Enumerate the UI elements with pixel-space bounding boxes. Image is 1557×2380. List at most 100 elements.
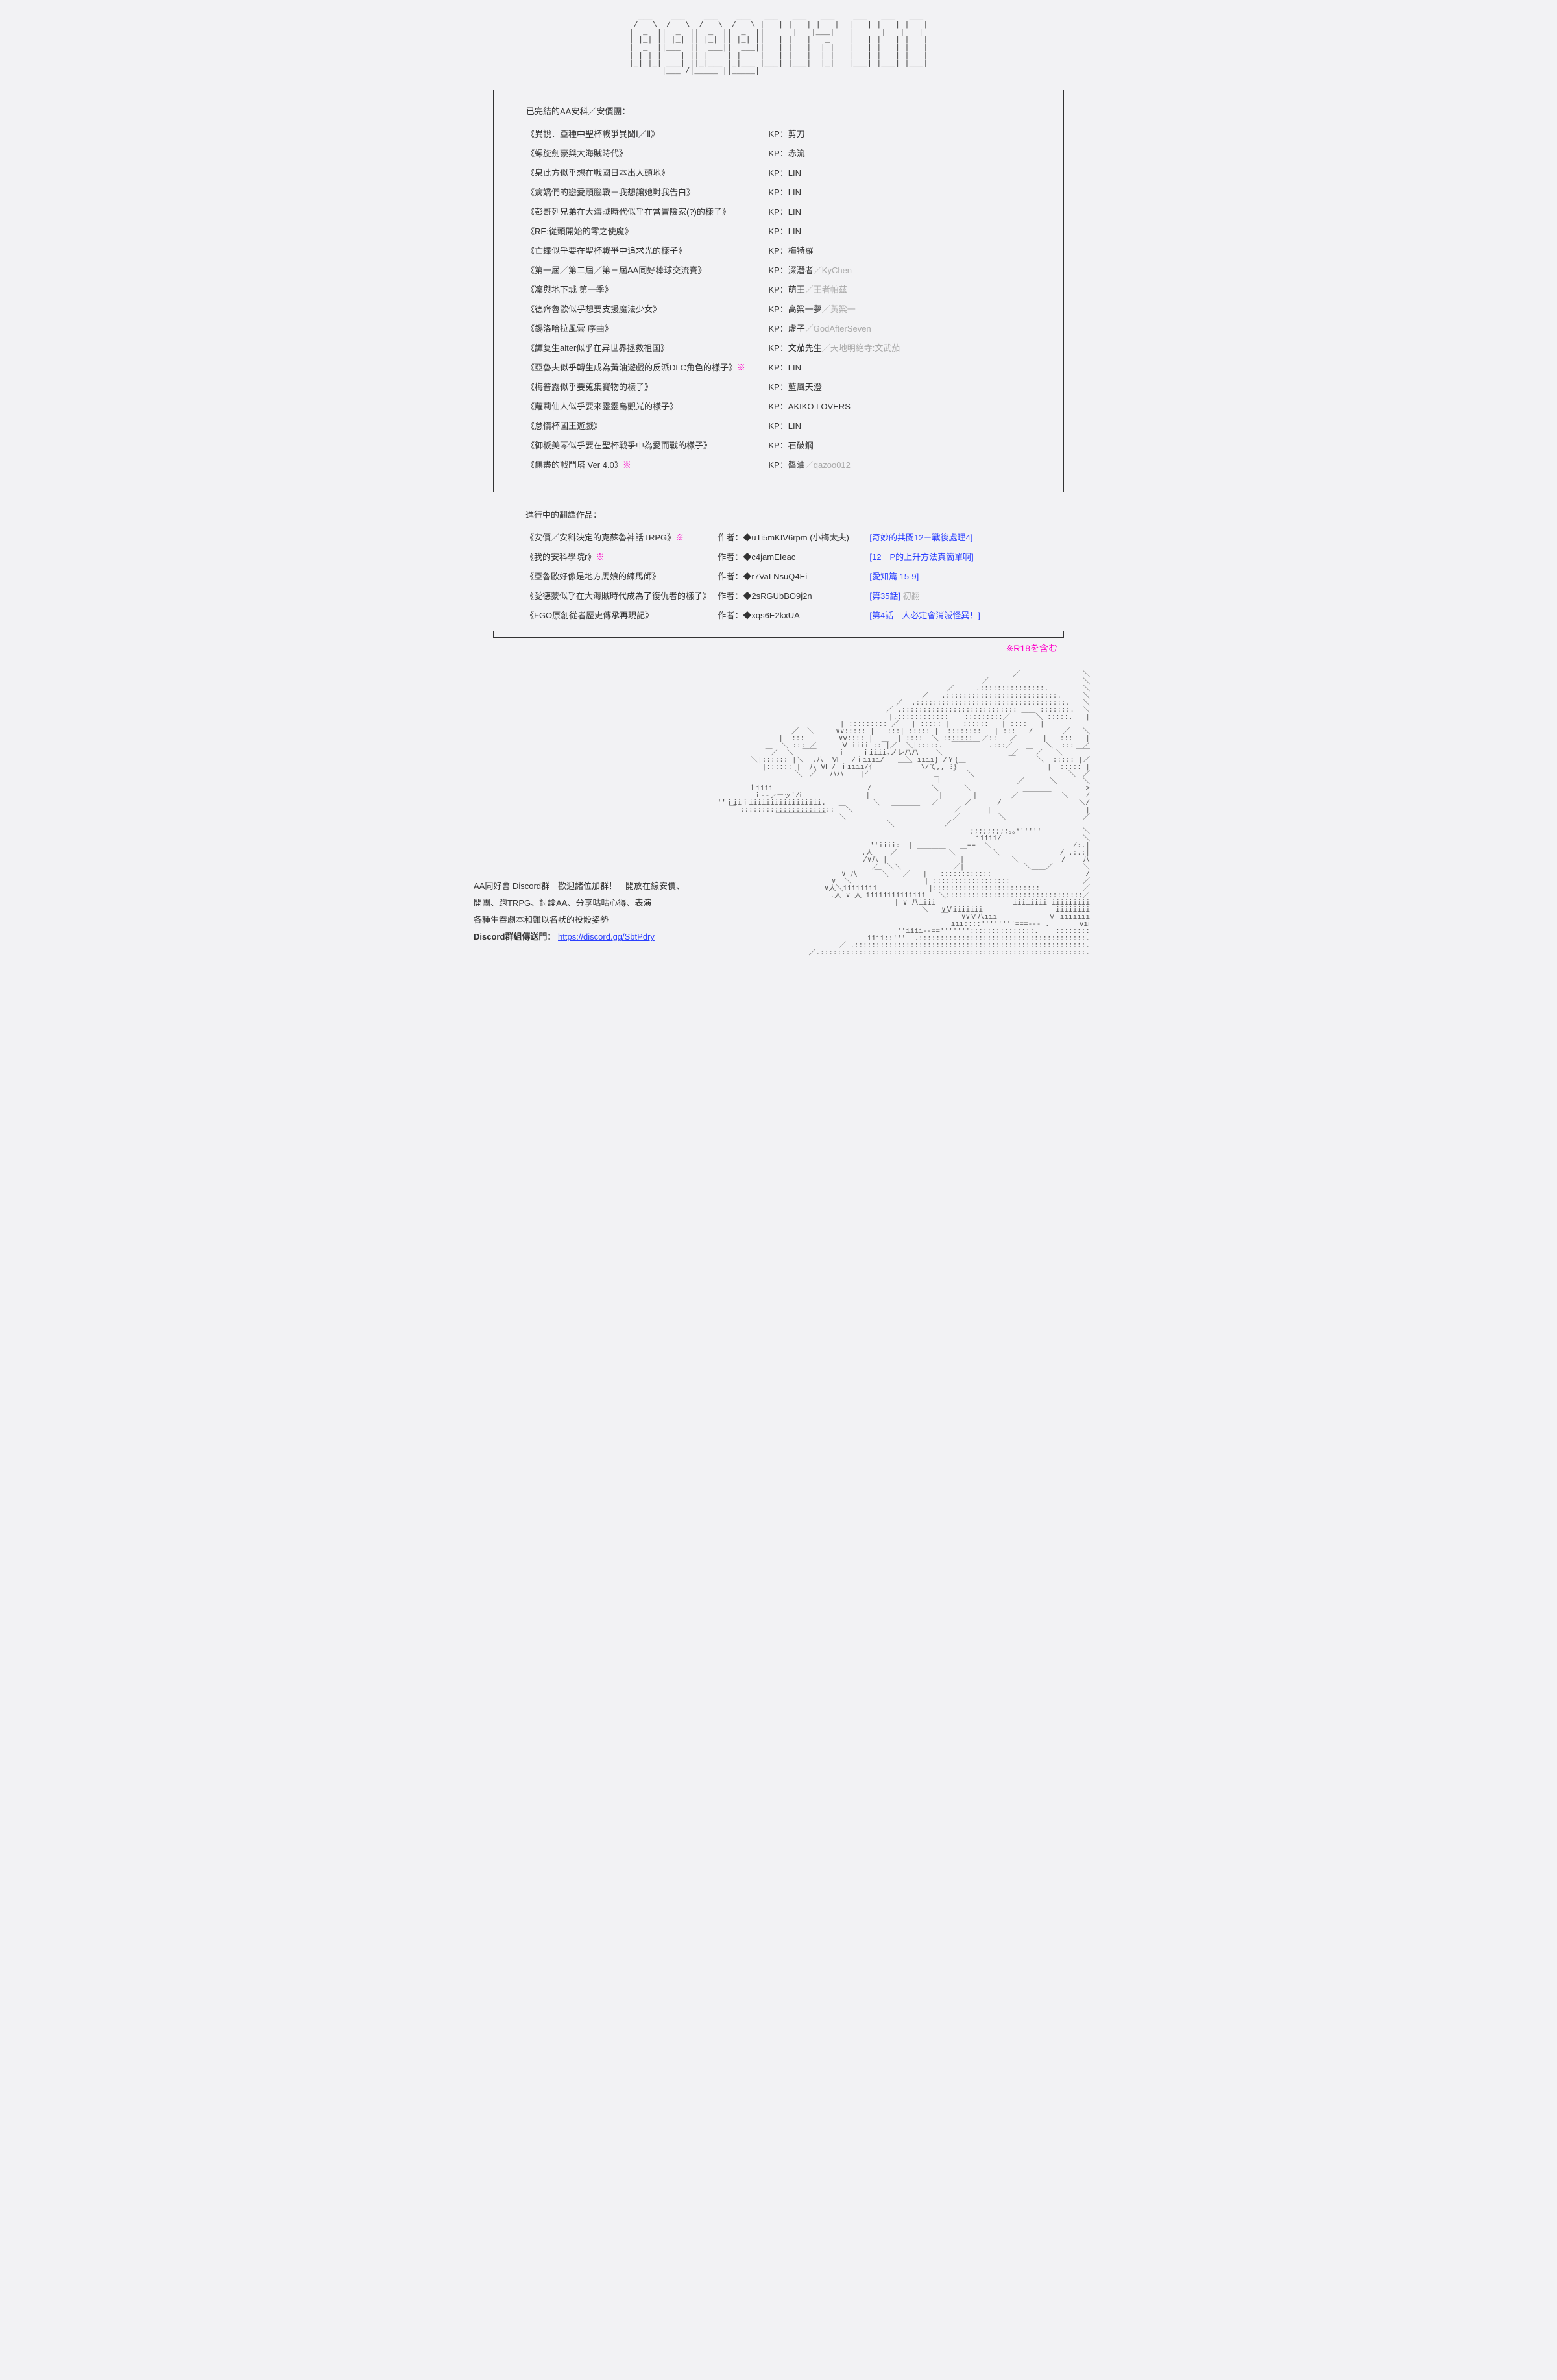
table-row: 《螺旋劍豪與大海賊時代》KP：赤流 <box>526 144 1031 164</box>
table-row: 《蘿莉仙人似乎要來靈靈島觀光的樣子》KP：AKIKO LOVERS <box>526 397 1031 417</box>
kp-alias: ／黃粱一 <box>822 304 856 314</box>
table-row: 《錫洛哈拉風雲 序曲》KP：虛子／GodAfterSeven <box>526 319 1031 339</box>
kp-alias: ／GodAfterSeven <box>805 324 871 334</box>
kp-cell: KP：LIN <box>768 164 1031 183</box>
table-row: 《RE:從頭開始的零之使魔》KP：LIN <box>526 222 1031 241</box>
completed-list-box: 已完結的AA安科／安價團： 《異說．亞種中聖杯戰爭異聞Ⅰ／Ⅱ》KP：剪刀《螺旋劍… <box>493 97 1064 485</box>
table-row: 《亞魯歐好像是地方馬娘的練馬師》作者：◆r7VaLNsuQ4Ei[愛知篇 15-… <box>525 567 1032 587</box>
kp-cell: KP：石破鋼 <box>768 436 1031 455</box>
kp-alias: ／王者帕茲 <box>805 285 847 295</box>
translations-heading: 進行中的翻譯作品： <box>525 508 1032 520</box>
work-title[interactable]: 《亡蝶似乎要在聖杯戰爭中追求光的樣子》 <box>526 241 768 261</box>
kp-cell: KP：深潛者／KyChen <box>768 261 1031 280</box>
table-row: 《彭哥列兄弟在大海賊時代似乎在當冒險家(?)的樣子》KP：LIN <box>526 202 1031 222</box>
work-title[interactable]: 《德齊魯歐似乎想要支援魔法少女》 <box>526 300 768 319</box>
table-row: 《怠惰杯國王遊戲》KP：LIN <box>526 417 1031 436</box>
translations-table: 《安價／安科決定的克蘇魯神話TRPG》※作者：◆uTi5mKIV6rpm (小梅… <box>525 528 1032 625</box>
work-title[interactable]: 《彭哥列兄弟在大海賊時代似乎在當冒險家(?)的樣子》 <box>526 202 768 222</box>
translations-box: 進行中的翻譯作品： 《安價／安科決定的克蘇魯神話TRPG》※作者：◆uTi5mK… <box>493 500 1064 631</box>
author-cell: 作者：◆2sRGUbBO9j2n <box>718 587 869 606</box>
work-title[interactable]: 《異說．亞種中聖杯戰爭異聞Ⅰ／Ⅱ》 <box>526 125 768 144</box>
work-title[interactable]: 《第一屆／第二屆／第三屆AA同好棒球交流賽》 <box>526 261 768 280</box>
work-title[interactable]: 《病嬌們的戀愛頭腦戰－我想讓她對我告白》 <box>526 183 768 202</box>
discord-label: Discord群組傳送門： <box>474 932 555 941</box>
kp-cell: KP：LIN <box>768 417 1031 436</box>
box2-bottom-border <box>493 631 1064 638</box>
author-cell: 作者：◆uTi5mKIV6rpm (小梅太夫) <box>718 528 869 548</box>
work-title[interactable]: 《梅普露似乎要蒐集寶物的樣子》 <box>526 378 768 397</box>
kp-cell: KP：梅特羅 <box>768 241 1031 261</box>
table-row: 《無盡的戰鬥塔 Ver 4.0》※KP：醬油／qazoo012 <box>526 455 1031 475</box>
work-title[interactable]: 《蘿莉仙人似乎要來靈靈島觀光的樣子》 <box>526 397 768 417</box>
work-title[interactable]: 《愛德蒙似乎在大海賊時代成為了復仇者的樣子》 <box>525 587 718 606</box>
work-title[interactable]: 《RE:從頭開始的零之使魔》 <box>526 222 768 241</box>
work-title[interactable]: 《我的安科學院r》※ <box>525 548 718 567</box>
discord-info: AA同好會 Discord群 歡迎諸位加群！ 開放在線安價、 開團、跑TRPG、… <box>474 878 694 945</box>
completed-heading: 已完結的AA安科／安價團： <box>526 104 1031 117</box>
work-title[interactable]: 《泉此方似乎想在戰國日本出人頭地》 <box>526 164 768 183</box>
ascii-logo: ___ ___ ___ ___ ___ ___ ___ ___ ___ ___ … <box>461 13 1096 77</box>
table-row: 《我的安科學院r》※作者：◆c4jamEIeac[12 P的上升方法真簡單啊] <box>525 548 1032 567</box>
author-cell: 作者：◆xqs6E2kxUA <box>718 606 869 625</box>
r18-mark: ※ <box>596 552 604 562</box>
author-cell: 作者：◆c4jamEIeac <box>718 548 869 567</box>
completed-table: 《異說．亞種中聖杯戰爭異聞Ⅰ／Ⅱ》KP：剪刀《螺旋劍豪與大海賊時代》KP：赤流《… <box>526 125 1031 475</box>
work-title[interactable]: 《螺旋劍豪與大海賊時代》 <box>526 144 768 164</box>
r18-mark: ※ <box>623 460 631 470</box>
chapter-link[interactable]: [第35話] 初翻 <box>869 587 1032 606</box>
chapter-link[interactable]: [第4話 人必定會消滅怪異！] <box>869 606 1032 625</box>
chapter-link[interactable]: [愛知篇 15-9] <box>869 567 1032 587</box>
table-row: 《病嬌們的戀愛頭腦戰－我想讓她對我告白》KP：LIN <box>526 183 1031 202</box>
chapter-link[interactable]: [奇妙的共闘12－戰後處理4] <box>869 528 1032 548</box>
kp-cell: KP：高粱一夢／黃粱一 <box>768 300 1031 319</box>
table-row: 《安價／安科決定的克蘇魯神話TRPG》※作者：◆uTi5mKIV6rpm (小梅… <box>525 528 1032 548</box>
kp-cell: KP：LIN <box>768 358 1031 378</box>
kp-alias: ／KyChen <box>814 265 852 275</box>
table-row: 《異說．亞種中聖杯戰爭異聞Ⅰ／Ⅱ》KP：剪刀 <box>526 125 1031 144</box>
kp-cell: KP：文茄先生／天地明絶寺:文武茄 <box>768 339 1031 358</box>
kp-alias: ／qazoo012 <box>805 460 851 470</box>
kp-cell: KP：剪刀 <box>768 125 1031 144</box>
table-row: 《FGO原創從者歷史傳承再現記》作者：◆xqs6E2kxUA[第4話 人必定會消… <box>525 606 1032 625</box>
discord-line2: 開團、跑TRPG、討論AA、分享咕咕心得、表演 <box>474 895 694 912</box>
kp-cell: KP：藍風天澄 <box>768 378 1031 397</box>
work-title[interactable]: 《安價／安科決定的克蘇魯神話TRPG》※ <box>525 528 718 548</box>
table-row: 《梅普露似乎要蒐集寶物的樣子》KP：藍風天澄 <box>526 378 1031 397</box>
work-title[interactable]: 《御板美琴似乎要在聖杯戰爭中為愛而戰的樣子》 <box>526 436 768 455</box>
discord-line1: AA同好會 Discord群 歡迎諸位加群！ 開放在線安價、 <box>474 878 694 895</box>
kp-cell: KP：虛子／GodAfterSeven <box>768 319 1031 339</box>
work-title[interactable]: 《亞魯歐好像是地方馬娘的練馬師》 <box>525 567 718 587</box>
table-row: 《凜與地下城 第一季》KP：萌王／王者帕茲 <box>526 280 1031 300</box>
kp-cell: KP：AKIKO LOVERS <box>768 397 1031 417</box>
author-cell: 作者：◆r7VaLNsuQ4Ei <box>718 567 869 587</box>
work-title[interactable]: 《怠惰杯國王遊戲》 <box>526 417 768 436</box>
kp-cell: KP：醬油／qazoo012 <box>768 455 1031 475</box>
kp-alias: ／天地明絶寺:文武茄 <box>822 343 900 353</box>
r18-mark: ※ <box>737 363 745 372</box>
discord-line3: 各種生吞劇本和難以名狀的投骰姿勢 <box>474 912 694 929</box>
table-row: 《泉此方似乎想在戰國日本出人頭地》KP：LIN <box>526 164 1031 183</box>
kp-cell: KP：LIN <box>768 183 1031 202</box>
chapter-link[interactable]: [12 P的上升方法真簡單啊] <box>869 548 1032 567</box>
table-row: 《亡蝶似乎要在聖杯戰爭中追求光的樣子》KP：梅特羅 <box>526 241 1031 261</box>
work-title[interactable]: 《無盡的戰鬥塔 Ver 4.0》※ <box>526 455 768 475</box>
r18-note: ※R18を含む <box>461 642 1057 655</box>
table-row: 《德齊魯歐似乎想要支援魔法少女》KP：高粱一夢／黃粱一 <box>526 300 1031 319</box>
kp-cell: KP：LIN <box>768 222 1031 241</box>
kp-cell: KP：萌王／王者帕茲 <box>768 280 1031 300</box>
kp-cell: KP：LIN <box>768 202 1031 222</box>
work-title[interactable]: 《FGO原創從者歷史傳承再現記》 <box>525 606 718 625</box>
table-row: 《亞魯夫似乎轉生成為黃油遊戲的反派DLC角色的樣子》※KP：LIN <box>526 358 1031 378</box>
chapter-note: 初翻 <box>903 591 920 601</box>
table-row: 《愛德蒙似乎在大海賊時代成為了復仇者的樣子》作者：◆2sRGUbBO9j2n[第… <box>525 587 1032 606</box>
discord-link[interactable]: https://discord.gg/SbtPdry <box>558 932 655 941</box>
work-title[interactable]: 《凜與地下城 第一季》 <box>526 280 768 300</box>
work-title[interactable]: 《亞魯夫似乎轉生成為黃油遊戲的反派DLC角色的樣子》※ <box>526 358 768 378</box>
kp-cell: KP：赤流 <box>768 144 1031 164</box>
table-row: 《御板美琴似乎要在聖杯戰爭中為愛而戰的樣子》KP：石破鋼 <box>526 436 1031 455</box>
work-title[interactable]: 《譚复生alter似乎在异世界拯救祖国》 <box>526 339 768 358</box>
box1-bottom-border <box>493 485 1064 492</box>
work-title[interactable]: 《錫洛哈拉風雲 序曲》 <box>526 319 768 339</box>
box1-top-border <box>493 90 1064 97</box>
r18-mark: ※ <box>675 533 684 542</box>
